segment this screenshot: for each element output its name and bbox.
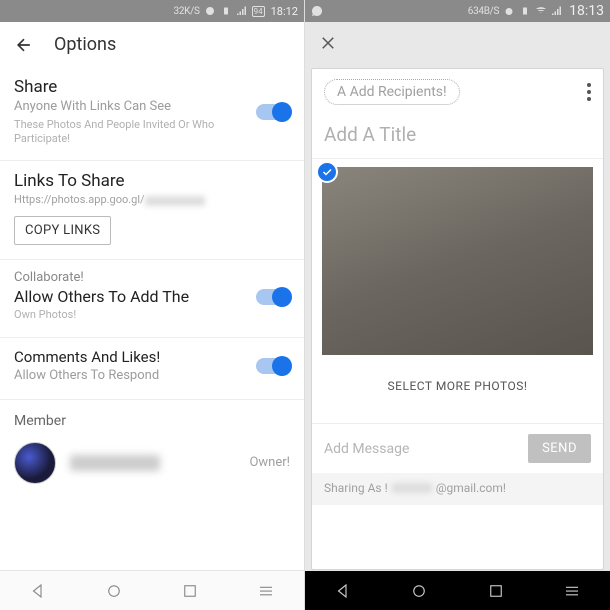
share-toggle[interactable] xyxy=(256,104,290,120)
member-role: Owner! xyxy=(249,455,290,470)
nav-menu-icon[interactable] xyxy=(257,582,275,600)
alarm-icon xyxy=(204,5,216,17)
clock-time: 18:12 xyxy=(271,5,298,18)
nav-back-icon[interactable] xyxy=(29,582,47,600)
battery-icon: 94 xyxy=(252,6,265,17)
nav-home-icon[interactable] xyxy=(410,582,428,600)
signal-icon xyxy=(236,5,248,17)
nav-back-icon[interactable] xyxy=(334,582,352,600)
add-recipients-button[interactable]: A Add Recipients! xyxy=(324,79,460,105)
title-input[interactable]: Add A Title xyxy=(312,115,603,159)
vibrate-icon xyxy=(519,5,531,17)
compose-card: A Add Recipients! Add A Title SELECT MOR… xyxy=(311,68,604,570)
sharing-user-blur xyxy=(392,483,432,493)
more-icon[interactable] xyxy=(587,83,591,101)
check-icon[interactable] xyxy=(316,161,338,183)
clock-time-r: 18:13 xyxy=(569,3,604,19)
select-more-button[interactable]: SELECT MORE PHOTOS! xyxy=(312,363,603,423)
status-bar-left: 32K/S 94 18:12 xyxy=(0,0,304,22)
sharing-suffix: @gmail.com! xyxy=(436,481,506,495)
net-speed: 32K/S xyxy=(174,6,200,17)
sharing-as-label: Sharing As ! xyxy=(324,481,388,495)
collaborate-section: Collaborate! Allow Others To Add The Own… xyxy=(0,260,304,337)
copy-link-button[interactable]: COPY LINKS xyxy=(14,216,111,245)
alarm-icon xyxy=(503,5,515,17)
options-content: Share Anyone With Links Can See These Ph… xyxy=(0,67,304,570)
recipients-row: A Add Recipients! xyxy=(312,69,603,115)
send-button[interactable]: SEND xyxy=(528,434,591,463)
nav-home-icon[interactable] xyxy=(105,582,123,600)
share-note: These Photos And People Invited Or Who P… xyxy=(14,118,256,147)
member-heading: Member xyxy=(0,400,304,430)
whatsapp-icon xyxy=(311,5,323,17)
share-subtitle: Anyone With Links Can See xyxy=(14,99,256,116)
message-input[interactable]: Add Message xyxy=(324,441,520,457)
member-name xyxy=(70,455,235,471)
vibrate-icon xyxy=(220,5,232,17)
options-header: Options xyxy=(0,22,304,67)
nav-menu-icon[interactable] xyxy=(563,582,581,600)
nav-bar-right xyxy=(305,570,610,610)
nav-bar-left xyxy=(0,570,304,610)
sharing-as-row: Sharing As ! @gmail.com! xyxy=(312,473,603,505)
signal-icon xyxy=(551,5,563,17)
share-url: Https://photos.app.goo.gl/ xyxy=(14,193,290,206)
back-icon[interactable] xyxy=(14,35,34,55)
nav-recent-icon[interactable] xyxy=(181,582,199,600)
comments-title: Comments And Likes! xyxy=(14,348,160,366)
wifi-icon xyxy=(535,5,547,17)
links-section: Links To Share Https://photos.app.goo.gl… xyxy=(0,161,304,260)
selected-photo[interactable] xyxy=(322,167,593,355)
photo-area xyxy=(312,159,603,363)
links-title: Links To Share xyxy=(14,171,290,191)
member-row[interactable]: Owner! xyxy=(0,430,304,496)
collab-subtitle: Allow Others To Add The xyxy=(14,287,189,306)
collab-toggle[interactable] xyxy=(256,289,290,305)
status-bar-right: 634B/S 18:13 xyxy=(305,0,610,22)
compose-header xyxy=(305,22,610,68)
comments-toggle[interactable] xyxy=(256,358,290,374)
avatar xyxy=(14,442,56,484)
share-title: Share xyxy=(14,77,256,97)
close-icon[interactable] xyxy=(319,34,337,52)
net-speed-r: 634B/S xyxy=(468,6,499,17)
comments-subtitle: Allow Others To Respond xyxy=(14,368,160,385)
comments-section: Comments And Likes! Allow Others To Resp… xyxy=(0,338,304,400)
collab-title: Collaborate! xyxy=(14,270,189,287)
nav-recent-icon[interactable] xyxy=(487,582,505,600)
collab-note: Own Photos! xyxy=(14,308,189,322)
message-row: Add Message SEND xyxy=(312,423,603,473)
share-section: Share Anyone With Links Can See These Ph… xyxy=(0,67,304,161)
page-title: Options xyxy=(54,34,116,55)
